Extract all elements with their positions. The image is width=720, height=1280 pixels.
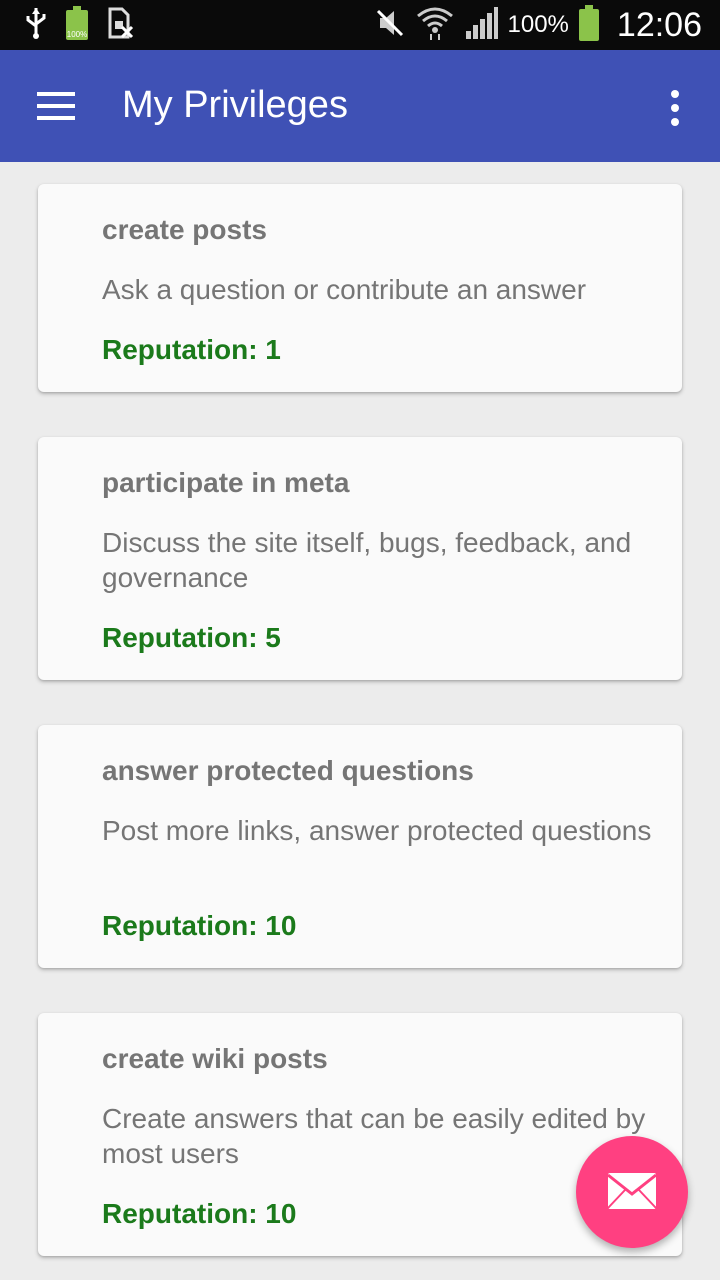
battery-icon (578, 5, 599, 41)
hamburger-menu-icon[interactable] (30, 84, 82, 128)
privilege-reputation: Reputation: 10 (102, 1198, 297, 1229)
privilege-card-answer-protected-questions[interactable]: answer protected questions Post more lin… (38, 725, 682, 968)
mute-icon (374, 7, 406, 44)
privilege-description: Create answers that can be easily edited… (102, 1103, 646, 1169)
status-left-icons: 100% (24, 6, 134, 44)
more-vert-icon[interactable] (660, 84, 690, 128)
privilege-title: answer protected questions (102, 755, 474, 786)
usb-icon (24, 6, 48, 45)
wifi-icon (416, 4, 454, 47)
page-title: My Privileges (122, 84, 348, 126)
privilege-description: Post more links, answer protected questi… (102, 815, 652, 846)
battery-icon: 100% (66, 6, 88, 40)
status-bar: 100% 100% 12:06 (0, 0, 720, 50)
battery-percent: 100% (507, 11, 569, 38)
signal-icon (464, 6, 498, 44)
privilege-reputation: Reputation: 10 (102, 910, 297, 941)
status-right-icons: 100% 12:06 (374, 0, 702, 50)
privilege-card-create-posts[interactable]: create posts Ask a question or contribut… (38, 184, 682, 392)
privilege-card-participate-in-meta[interactable]: participate in meta Discuss the site its… (38, 437, 682, 680)
privilege-reputation: Reputation: 5 (102, 622, 281, 653)
privilege-description: Ask a question or contribute an answer (102, 274, 587, 305)
battery-small-label: 100% (66, 30, 88, 39)
compose-mail-button[interactable] (576, 1136, 688, 1248)
mail-icon (607, 1173, 657, 1209)
clock: 12:06 (616, 5, 702, 44)
app-bar: My Privileges (0, 50, 720, 162)
sim-off-icon (106, 7, 134, 44)
privilege-title: participate in meta (102, 467, 350, 498)
privilege-title: create wiki posts (102, 1043, 328, 1074)
privilege-description: Discuss the site itself, bugs, feedback,… (102, 527, 632, 593)
privilege-title: create posts (102, 214, 267, 245)
privilege-reputation: Reputation: 1 (102, 334, 281, 365)
